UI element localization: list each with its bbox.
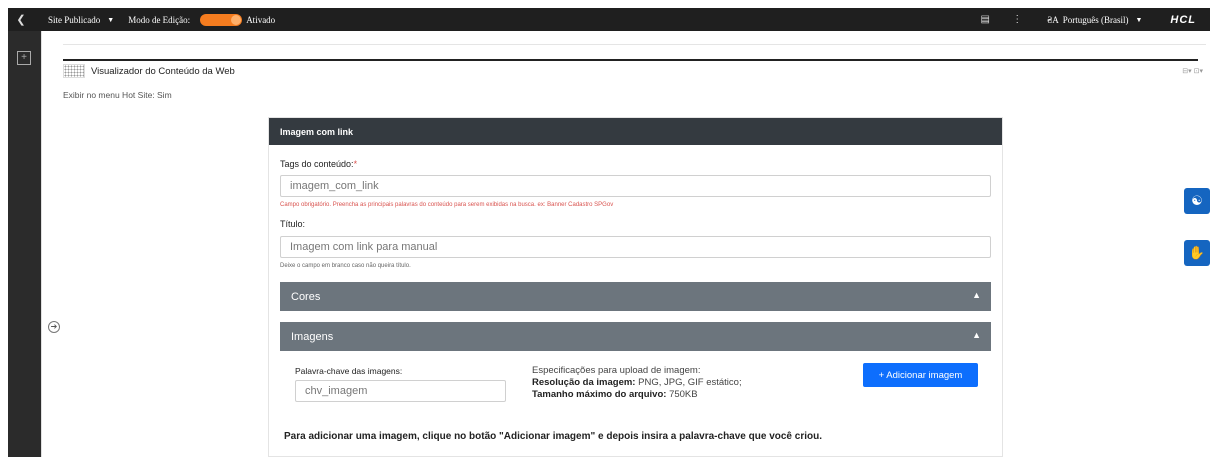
add-image-instruction: Para adicionar uma imagem, clique no bot… — [284, 431, 822, 442]
chevron-left-icon[interactable]: ❮ — [8, 8, 34, 31]
section-images[interactable]: Imagens ▲ — [280, 322, 991, 351]
top-bar: ❮ Site Publicado ▼ Modo de Edição: Ativa… — [8, 8, 1210, 31]
form-header: Imagem com link — [269, 118, 1002, 145]
accessibility-icon[interactable]: ☯ — [1184, 188, 1210, 214]
site-status-menu[interactable]: Site Publicado ▼ — [48, 15, 114, 25]
keyword-label: Palavra-chave das imagens: — [295, 366, 403, 376]
chevron-up-icon: ▲ — [972, 330, 981, 340]
edit-mode-state: Ativado — [246, 14, 276, 25]
top-bar-right: ▤ ⋮ ₴A Português (Brasil) ▼ HCL — [975, 14, 1210, 26]
title-label: Título: — [280, 219, 306, 229]
edit-mode-control: Modo de Edição: Ativado — [128, 13, 276, 26]
caret-down-icon: ▼ — [107, 15, 115, 24]
edit-mode-toggle[interactable] — [200, 13, 243, 26]
language-label: Português (Brasil) — [1062, 14, 1129, 25]
upload-specs: Especificações para upload de imagem: Re… — [532, 365, 742, 401]
portlet-title: Visualizador do Conteúdo da Web — [91, 65, 235, 77]
spec-size: Tamanho máximo do arquivo: 750KB — [532, 389, 698, 400]
left-rail: + ➔ — [8, 31, 63, 457]
spec-title: Especificações para upload de imagem: — [532, 365, 701, 376]
hcl-logo: HCL — [1170, 13, 1196, 26]
form-card: Imagem com link Tags do conteúdo:* image… — [268, 117, 1003, 457]
add-image-button[interactable]: + Adicionar imagem — [863, 363, 978, 387]
portlet-header: Visualizador do Conteúdo da Web ⊟▾ ⊡▾ — [63, 63, 1203, 79]
vertical-dots-icon[interactable]: ⋮ — [1007, 14, 1027, 25]
arrow-right-circle-icon[interactable]: ➔ — [48, 321, 60, 333]
add-panel-icon[interactable]: + — [17, 51, 31, 65]
keyword-input[interactable]: chv_imagem — [295, 380, 506, 402]
caret-down-icon: ▼ — [1135, 15, 1143, 24]
translate-icon: ₴A — [1047, 14, 1059, 25]
rail-gutter — [41, 31, 63, 457]
required-mark: * — [353, 159, 358, 169]
title-hint: Deixe o campo em branco caso não queira … — [280, 263, 411, 269]
drag-handle-icon[interactable] — [63, 64, 85, 78]
tags-input[interactable]: imagem_com_link — [280, 175, 991, 197]
chevron-up-icon: ▲ — [972, 290, 981, 300]
edit-mode-label: Modo de Edição: — [128, 14, 191, 25]
page-icon[interactable]: ▤ — [975, 14, 995, 25]
site-status-label: Site Publicado — [48, 14, 101, 25]
tags-hint: Campo obrigatório. Preencha as principai… — [280, 202, 614, 208]
rail-divider — [41, 31, 42, 457]
sign-language-icon[interactable]: ✋ — [1184, 240, 1210, 266]
top-bar-area: ❮ Site Publicado ▼ Modo de Edição: Ativa… — [0, 0, 1210, 36]
portlet-top-border — [63, 59, 1198, 61]
tags-label: Tags do conteúdo:* — [280, 159, 358, 169]
section-colors[interactable]: Cores ▲ — [280, 282, 991, 311]
divider — [63, 44, 1206, 45]
title-input[interactable]: Imagem com link para manual — [280, 236, 991, 258]
portlet-tools[interactable]: ⊟▾ ⊡▾ — [1182, 67, 1203, 75]
spec-resolution: Resolução da imagem: PNG, JPG, GIF estát… — [532, 377, 742, 388]
language-selector[interactable]: ₴A Português (Brasil) ▼ — [1047, 15, 1142, 25]
hotsite-line: Exibir no menu Hot Site: Sim — [63, 90, 172, 100]
